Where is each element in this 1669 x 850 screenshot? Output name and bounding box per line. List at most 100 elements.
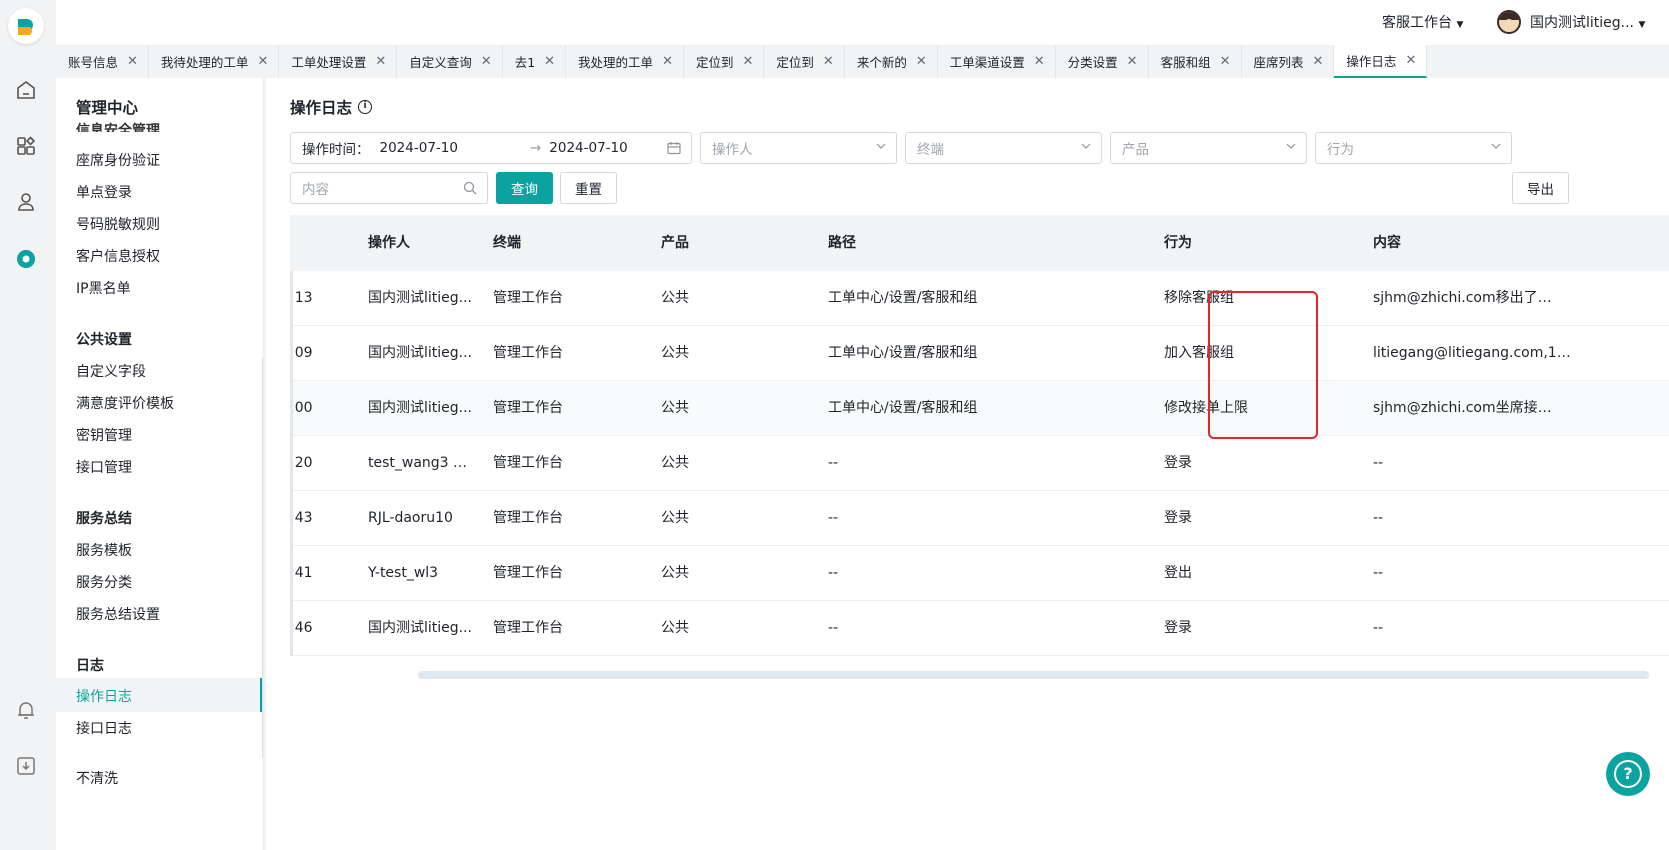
close-icon[interactable]: ✕ <box>1034 54 1045 69</box>
cell-operator: test_wang3 n... <box>368 455 473 471</box>
tab-seat-list[interactable]: 座席列表 ✕ <box>1242 45 1335 78</box>
info-icon[interactable]: i <box>358 100 372 114</box>
close-icon[interactable]: ✕ <box>1127 54 1138 69</box>
cell-operator: 国内测试litieg... <box>368 290 473 306</box>
help-button[interactable]: ? <box>1606 752 1650 796</box>
close-icon[interactable]: ✕ <box>916 54 927 69</box>
tab-new-one[interactable]: 来个新的 ✕ <box>845 45 938 78</box>
cell-product: 公共 <box>661 455 689 471</box>
cell-action: 登录 <box>1164 455 1192 471</box>
cell-path: -- <box>828 510 839 526</box>
tab-account-info[interactable]: 账号信息 ✕ <box>56 45 149 78</box>
sidebar-item-custom-fields[interactable]: 自定义字段 <box>76 361 146 381</box>
cell-content: -- <box>1373 455 1384 471</box>
cell-product: 公共 <box>661 345 689 361</box>
sidebar-item-customer-auth[interactable]: 客户信息授权 <box>76 246 160 266</box>
action-select[interactable]: 行为 <box>1315 132 1512 164</box>
tab-label: 操作日志 <box>1346 54 1397 69</box>
tab-locate-2[interactable]: 定位到 ✕ <box>764 45 845 78</box>
table-left-shadow <box>290 271 293 656</box>
date-range-picker[interactable]: 操作时间： 2024-07-10 → 2024-07-10 <box>290 132 692 164</box>
apps-icon[interactable] <box>14 134 38 158</box>
cell-path: -- <box>828 565 839 581</box>
reset-button[interactable]: 重置 <box>560 172 617 204</box>
sidebar-item-seat-verify[interactable]: 座席身份验证 <box>76 150 160 170</box>
tab-go1[interactable]: 去1 ✕ <box>503 45 567 78</box>
col-action: 行为 <box>1164 235 1192 251</box>
close-icon[interactable]: ✕ <box>662 54 673 69</box>
tab-my-tickets[interactable]: 我处理的工单 ✕ <box>566 45 684 78</box>
terminal-placeholder: 终端 <box>917 142 944 158</box>
product-select[interactable]: 产品 <box>1110 132 1307 164</box>
bell-icon[interactable] <box>14 698 38 722</box>
close-icon[interactable]: ✕ <box>544 54 555 69</box>
table-row[interactable]: :13 国内测试litieg... 管理工作台 公共 工单中心/设置/客服和组 … <box>290 271 1669 326</box>
close-icon[interactable]: ✕ <box>1220 54 1231 69</box>
table-horizontal-scrollbar[interactable] <box>418 671 1649 679</box>
tab-locate-1[interactable]: 定位到 ✕ <box>684 45 765 78</box>
close-icon[interactable]: ✕ <box>257 54 268 69</box>
search-icon[interactable] <box>463 181 477 199</box>
sidebar-item-operation-log[interactable]: 操作日志 <box>76 686 132 706</box>
sidebar-item-api-management[interactable]: 接口管理 <box>76 457 132 477</box>
sidebar-title: 管理中心 <box>76 99 139 117</box>
cell-product: 公共 <box>661 565 689 581</box>
sidebar-item-key-management[interactable]: 密钥管理 <box>76 425 132 445</box>
query-button[interactable]: 查询 <box>496 172 553 204</box>
table-row[interactable]: :46 国内测试litieg... 管理工作台 公共 -- 登录 -- <box>290 601 1669 656</box>
close-icon[interactable]: ✕ <box>823 54 834 69</box>
tab-operation-log[interactable]: 操作日志 ✕ <box>1334 45 1428 78</box>
home-icon[interactable] <box>14 78 38 102</box>
download-icon[interactable] <box>14 754 38 778</box>
sidebar-item-service-category[interactable]: 服务分类 <box>76 572 132 592</box>
sidebar-item-no-clean[interactable]: 不清洗 <box>76 768 118 788</box>
tab-pending-tickets[interactable]: 我待处理的工单 ✕ <box>149 45 280 78</box>
close-icon[interactable]: ✕ <box>127 54 138 69</box>
close-icon[interactable]: ✕ <box>1405 53 1416 68</box>
cell-time: :00 <box>290 400 313 416</box>
cell-operator: 国内测试litieg... <box>368 400 473 416</box>
sidebar-item-service-summary-settings[interactable]: 服务总结设置 <box>76 604 160 624</box>
tab-agents-groups[interactable]: 客服和组 ✕ <box>1149 45 1242 78</box>
sidebar-item-service-template[interactable]: 服务模板 <box>76 540 132 560</box>
user-menu[interactable]: 国内测试litieg... ▼ <box>1530 12 1645 32</box>
table-row[interactable]: :43 RJL-daoru10 管理工作台 公共 -- 登录 -- <box>290 491 1669 546</box>
tab-channel-settings[interactable]: 工单渠道设置 ✕ <box>938 45 1056 78</box>
sidebar-scrollbar[interactable] <box>262 358 263 758</box>
start-date[interactable]: 2024-07-10 <box>380 140 458 156</box>
cell-content: -- <box>1373 565 1384 581</box>
cell-path: 工单中心/设置/客服和组 <box>828 345 978 361</box>
app-logo[interactable] <box>8 8 44 44</box>
end-date[interactable]: 2024-07-10 <box>549 140 627 156</box>
close-icon[interactable]: ✕ <box>375 54 386 69</box>
tab-category-settings[interactable]: 分类设置 ✕ <box>1056 45 1149 78</box>
content-search-input[interactable]: 内容 <box>290 172 488 204</box>
cell-path: 工单中心/设置/客服和组 <box>828 290 978 306</box>
tab-custom-query[interactable]: 自定义查询 ✕ <box>397 45 503 78</box>
cell-terminal: 管理工作台 <box>493 510 563 526</box>
table-row[interactable]: :20 test_wang3 n... 管理工作台 公共 -- 登录 -- <box>290 436 1669 491</box>
table-row[interactable]: :09 国内测试litieg... 管理工作台 公共 工单中心/设置/客服和组 … <box>290 326 1669 381</box>
tab-ticket-settings[interactable]: 工单处理设置 ✕ <box>279 45 398 78</box>
table-row[interactable]: :41 Y-test_wl3 管理工作台 公共 -- 登出 -- <box>290 546 1669 601</box>
cell-time: :41 <box>290 565 313 581</box>
avatar[interactable] <box>1497 10 1521 34</box>
close-icon[interactable]: ✕ <box>1313 54 1324 69</box>
workspace-selector[interactable]: 客服工作台 ▼ <box>1382 12 1463 32</box>
close-icon[interactable]: ✕ <box>742 54 753 69</box>
calendar-icon[interactable] <box>667 141 681 159</box>
sidebar-item-ip-blacklist[interactable]: IP黑名单 <box>76 278 131 298</box>
sidebar-item-sso[interactable]: 单点登录 <box>76 182 132 202</box>
terminal-select[interactable]: 终端 <box>905 132 1102 164</box>
sidebar-item-number-masking[interactable]: 号码脱敏规则 <box>76 214 160 234</box>
contacts-icon[interactable] <box>14 190 38 214</box>
tab-bar: 账号信息 ✕ 我待处理的工单 ✕ 工单处理设置 ✕ 自定义查询 ✕ 去1 ✕ 我处理的工单… <box>56 45 1669 78</box>
settings-icon[interactable] <box>14 247 38 271</box>
sidebar-item-api-log[interactable]: 接口日志 <box>76 718 132 738</box>
tab-label: 分类设置 <box>1067 55 1118 70</box>
operator-select[interactable]: 操作人 <box>700 132 897 164</box>
close-icon[interactable]: ✕ <box>481 54 492 69</box>
export-button[interactable]: 导出 <box>1512 172 1569 204</box>
sidebar-item-satisfaction-template[interactable]: 满意度评价模板 <box>76 393 174 413</box>
table-row[interactable]: :00 国内测试litieg... 管理工作台 公共 工单中心/设置/客服和组 … <box>290 381 1669 436</box>
